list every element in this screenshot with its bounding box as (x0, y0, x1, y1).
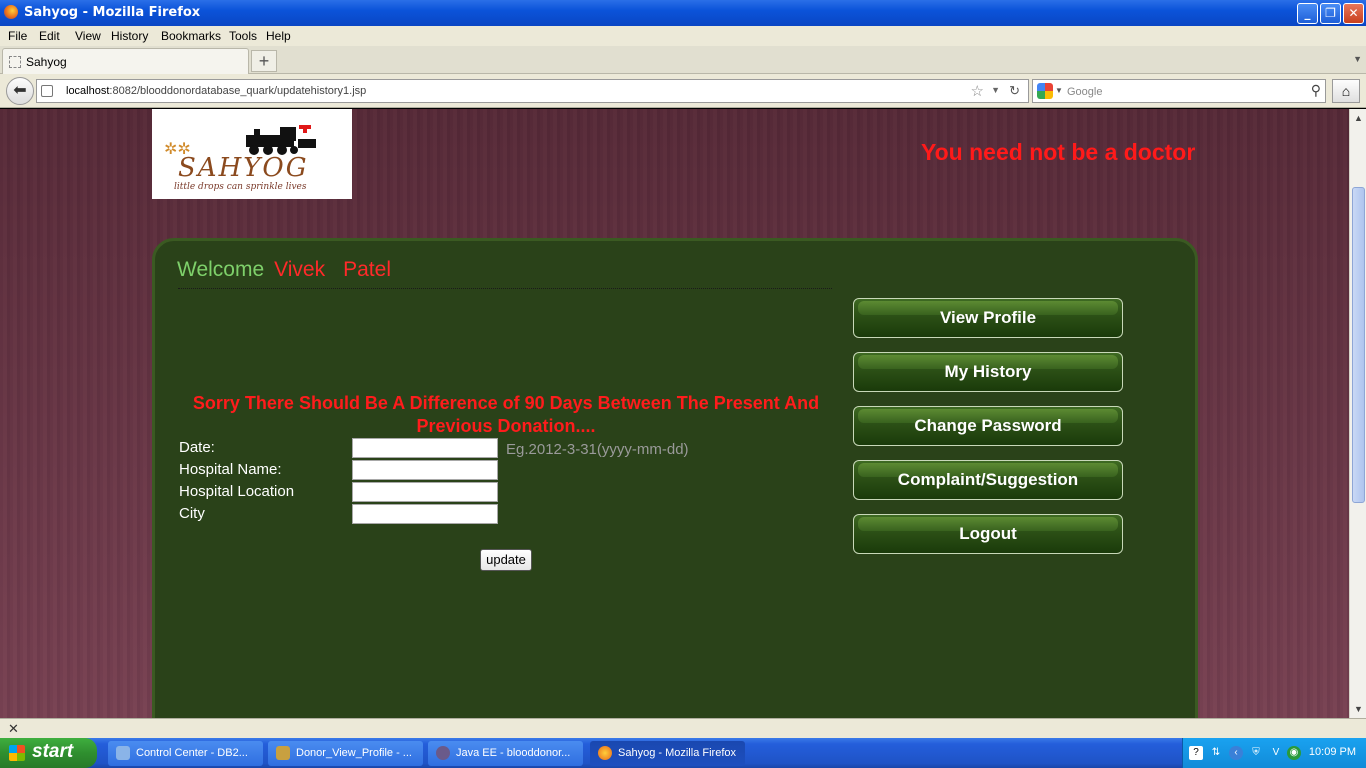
menu-help[interactable]: Help (266, 29, 291, 43)
menu-bookmarks[interactable]: Bookmarks (161, 29, 221, 43)
scroll-thumb[interactable] (1352, 187, 1365, 503)
task-control-center[interactable]: Control Center - DB2... (108, 741, 263, 766)
task-java-ee[interactable]: Java EE - blooddonor... (428, 741, 583, 766)
page-content: ✲✲ SAHYOG little drops can sprinkle live… (0, 109, 1349, 718)
network-icon[interactable]: ⇅ (1209, 746, 1223, 760)
firewall-icon[interactable]: ⛨ (1249, 746, 1263, 760)
scroll-down-icon[interactable]: ▼ (1351, 701, 1366, 717)
divider (178, 288, 832, 289)
window-title: Sahyog - Mozilla Firefox (24, 5, 201, 20)
search-engine-dropdown-icon[interactable]: ▼ (1055, 86, 1063, 95)
back-button[interactable]: ⬅ (6, 77, 34, 105)
windows-flag-icon (9, 745, 25, 761)
sahyog-logo: ✲✲ SAHYOG little drops can sprinkle live… (152, 109, 352, 199)
hospital-name-label: Hospital Name: (179, 461, 282, 478)
restore-button[interactable]: ❐ (1320, 3, 1341, 24)
title-bar: Sahyog - Mozilla Firefox _ ❐ ✕ (0, 0, 1366, 26)
vertical-scrollbar[interactable]: ▲ ▼ (1349, 109, 1366, 718)
city-label: City (179, 505, 205, 522)
security-icon[interactable]: ◉ (1287, 746, 1301, 760)
history-dropdown-icon[interactable]: ▼ (991, 85, 1000, 95)
firefox-icon (598, 746, 612, 760)
welcome-label: Welcome (177, 258, 265, 281)
tab-sahyog[interactable]: Sahyog (2, 48, 249, 74)
menu-file[interactable]: File (8, 29, 27, 43)
google-icon[interactable] (1037, 83, 1053, 99)
reload-icon[interactable]: ↻ (1009, 83, 1020, 99)
minimize-button[interactable]: _ (1297, 3, 1318, 24)
start-button[interactable]: start (0, 738, 97, 768)
eclipse-icon (436, 746, 450, 760)
logout-button[interactable]: Logout (853, 514, 1123, 554)
status-bar: ✕ (0, 718, 1366, 738)
start-label: start (32, 741, 74, 762)
chevron-left-icon[interactable]: ‹ (1229, 746, 1243, 760)
task-firefox[interactable]: Sahyog - Mozilla Firefox (590, 741, 745, 766)
menu-view[interactable]: View (75, 29, 101, 43)
tab-label: Sahyog (26, 55, 67, 69)
new-tab-button[interactable]: + (251, 50, 277, 72)
hospital-location-input[interactable] (352, 482, 498, 502)
v-app-icon[interactable]: V (1269, 746, 1283, 760)
menu-history[interactable]: History (111, 29, 148, 43)
close-icon[interactable]: ✕ (8, 721, 19, 737)
clock: 10:09 PM (1308, 746, 1356, 758)
search-placeholder: Google (1067, 86, 1103, 98)
taskbar: start Control Center - DB2... Donor_View… (0, 738, 1366, 768)
scroll-up-icon[interactable]: ▲ (1351, 110, 1366, 126)
user-first-name: Vivek (274, 258, 326, 281)
task-donor-view-profile[interactable]: Donor_View_Profile - ... (268, 741, 423, 766)
help-icon[interactable]: ? (1189, 746, 1203, 760)
page-icon (9, 56, 21, 68)
hospital-name-input[interactable] (352, 460, 498, 480)
user-last-name: Patel (343, 258, 391, 281)
city-input[interactable] (352, 504, 498, 524)
date-input[interactable] (352, 438, 498, 458)
view-profile-button[interactable]: View Profile (853, 298, 1123, 338)
date-label: Date: (179, 439, 215, 456)
error-message: Sorry There Should Be A Difference of 90… (192, 393, 820, 436)
menu-tools[interactable]: Tools (229, 29, 257, 43)
firefox-icon (4, 5, 18, 19)
navigation-bar: ⬅ localhost:8082/blooddonordatabase_quar… (0, 74, 1366, 108)
scrolling-message: You need not be a doctor (921, 139, 1196, 165)
address-text: localhost:8082/blooddonordatabase_quark/… (66, 85, 367, 97)
home-button[interactable]: ⌂ (1332, 79, 1360, 103)
logo-tagline: little drops can sprinkle lives (174, 182, 307, 192)
my-history-button[interactable]: My History (853, 352, 1123, 392)
train-icon (246, 125, 316, 155)
close-button[interactable]: ✕ (1343, 3, 1364, 24)
control-center-icon (116, 746, 130, 760)
editor-icon (276, 746, 290, 760)
bookmark-star-icon[interactable]: ☆ (971, 82, 984, 100)
change-password-button[interactable]: Change Password (853, 406, 1123, 446)
welcome-heading: Welcome Vivek Patel (177, 258, 391, 282)
update-button[interactable]: update (480, 549, 532, 571)
system-tray: ? ⇅ ‹ ⛨ V ◉ 10:09 PM (1182, 738, 1366, 768)
complaint-suggestion-button[interactable]: Complaint/Suggestion (853, 460, 1123, 500)
search-icon[interactable]: ⚲ (1311, 82, 1321, 99)
search-bar[interactable]: ▼ Google ⚲ (1032, 79, 1326, 103)
menu-edit[interactable]: Edit (39, 29, 60, 43)
hospital-location-label: Hospital Location (179, 483, 295, 500)
tab-bar: Sahyog + ▼ (0, 46, 1366, 74)
menu-bar: File Edit View History Bookmarks Tools H… (0, 26, 1366, 46)
tab-list-icon[interactable]: ▼ (1353, 54, 1362, 64)
main-panel: Welcome Vivek Patel Sorry There Should Be … (152, 238, 1198, 718)
date-format-hint: Eg.2012-3-31(yyyy-mm-dd) (506, 441, 689, 458)
address-bar[interactable]: localhost:8082/blooddonordatabase_quark/… (36, 79, 1029, 103)
site-identity-icon[interactable] (41, 85, 53, 97)
logo-brand: SAHYOG (178, 153, 309, 183)
